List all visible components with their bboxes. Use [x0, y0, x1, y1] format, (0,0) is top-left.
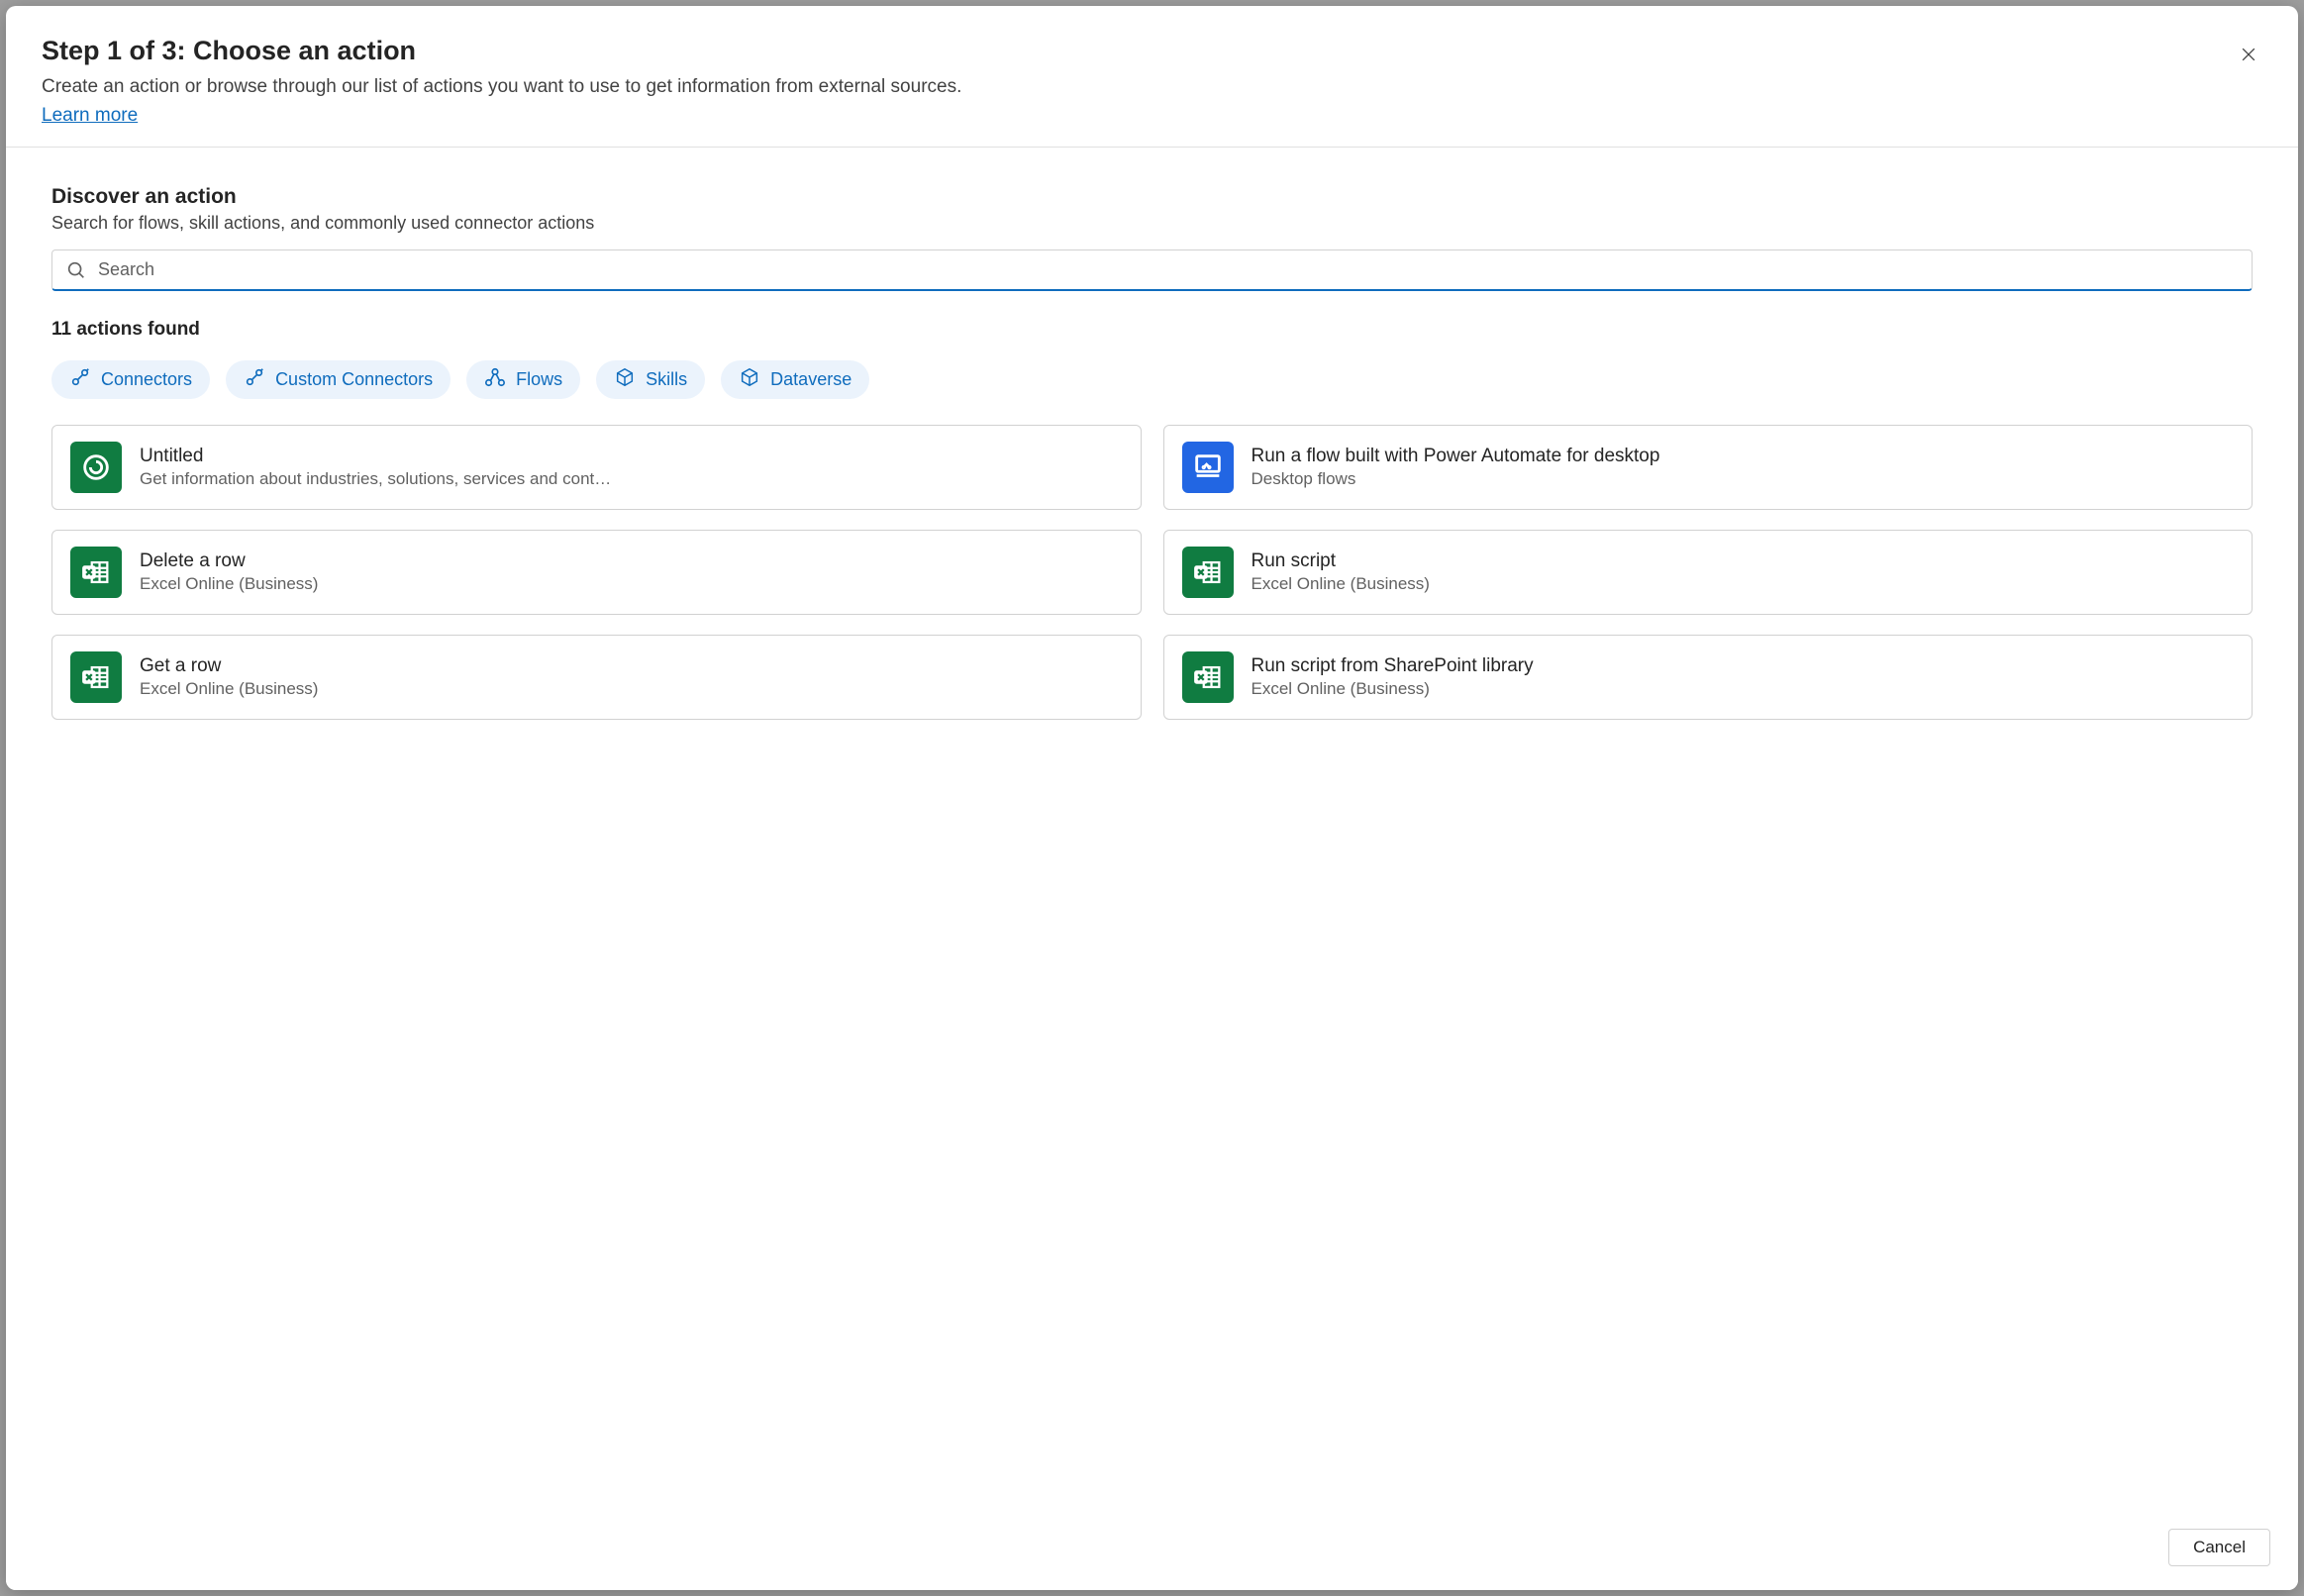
learn-more-link[interactable]: Learn more	[42, 105, 138, 127]
discover-title: Discover an action	[51, 185, 2253, 209]
filter-skills[interactable]: Skills	[596, 360, 705, 399]
dialog-header: Step 1 of 3: Choose an action Create an …	[6, 6, 2298, 148]
cube-icon	[739, 366, 760, 393]
plug-icon	[69, 366, 91, 393]
card-subtitle: Get information about industries, soluti…	[140, 469, 1123, 489]
action-card-run-script[interactable]: Run script Excel Online (Business)	[1163, 530, 2254, 615]
results-count: 11 actions found	[51, 319, 2253, 341]
card-body: Delete a row Excel Online (Business)	[140, 550, 1123, 594]
filter-custom-connectors[interactable]: Custom Connectors	[226, 360, 451, 399]
card-subtitle: Excel Online (Business)	[140, 679, 1123, 699]
excel-icon	[1182, 651, 1234, 703]
discover-description: Search for flows, skill actions, and com…	[51, 213, 2253, 234]
action-cards: Untitled Get information about industrie…	[51, 425, 2253, 720]
choose-action-dialog: Step 1 of 3: Choose an action Create an …	[6, 6, 2298, 1590]
flow-icon	[484, 366, 506, 393]
action-card-get-row[interactable]: Get a row Excel Online (Business)	[51, 635, 1142, 720]
action-card-run-desktop-flow[interactable]: Run a flow built with Power Automate for…	[1163, 425, 2254, 510]
card-subtitle: Excel Online (Business)	[1252, 679, 2235, 699]
dialog-title: Step 1 of 3: Choose an action	[42, 36, 2262, 66]
card-body: Run script from SharePoint library Excel…	[1252, 655, 2235, 699]
filter-pills: Connectors Custom Connectors	[51, 360, 2253, 399]
monitor-icon	[1182, 442, 1234, 493]
excel-icon	[1182, 547, 1234, 598]
dialog-description: Create an action or browse through our l…	[42, 74, 2262, 101]
card-title: Get a row	[140, 655, 1123, 677]
search-field-wrap	[51, 249, 2253, 291]
filter-connectors[interactable]: Connectors	[51, 360, 210, 399]
card-title: Run a flow built with Power Automate for…	[1252, 446, 2235, 467]
action-card-untitled[interactable]: Untitled Get information about industrie…	[51, 425, 1142, 510]
close-button[interactable]	[2233, 40, 2264, 71]
filter-label: Custom Connectors	[275, 369, 433, 390]
card-subtitle: Excel Online (Business)	[140, 574, 1123, 594]
card-title: Untitled	[140, 446, 1123, 467]
plug-icon	[244, 366, 265, 393]
swirl-icon	[70, 442, 122, 493]
card-title: Run script from SharePoint library	[1252, 655, 2235, 677]
action-card-run-script-sharepoint[interactable]: Run script from SharePoint library Excel…	[1163, 635, 2254, 720]
excel-icon	[70, 547, 122, 598]
filter-label: Skills	[646, 369, 687, 390]
filter-dataverse[interactable]: Dataverse	[721, 360, 869, 399]
card-subtitle: Desktop flows	[1252, 469, 2235, 489]
card-body: Run script Excel Online (Business)	[1252, 550, 2235, 594]
card-title: Run script	[1252, 550, 2235, 572]
card-title: Delete a row	[140, 550, 1123, 572]
dialog-footer: Cancel	[6, 1511, 2298, 1590]
card-body: Untitled Get information about industrie…	[140, 446, 1123, 489]
search-input[interactable]	[51, 249, 2253, 291]
card-subtitle: Excel Online (Business)	[1252, 574, 2235, 594]
filter-label: Dataverse	[770, 369, 851, 390]
card-body: Run a flow built with Power Automate for…	[1252, 446, 2235, 489]
card-body: Get a row Excel Online (Business)	[140, 655, 1123, 699]
filter-label: Connectors	[101, 369, 192, 390]
excel-icon	[70, 651, 122, 703]
filter-flows[interactable]: Flows	[466, 360, 580, 399]
dialog-body: Discover an action Search for flows, ski…	[6, 148, 2298, 1511]
action-card-delete-row[interactable]: Delete a row Excel Online (Business)	[51, 530, 1142, 615]
cancel-button[interactable]: Cancel	[2168, 1529, 2270, 1566]
close-icon	[2239, 45, 2258, 67]
cube-icon	[614, 366, 636, 393]
filter-label: Flows	[516, 369, 562, 390]
